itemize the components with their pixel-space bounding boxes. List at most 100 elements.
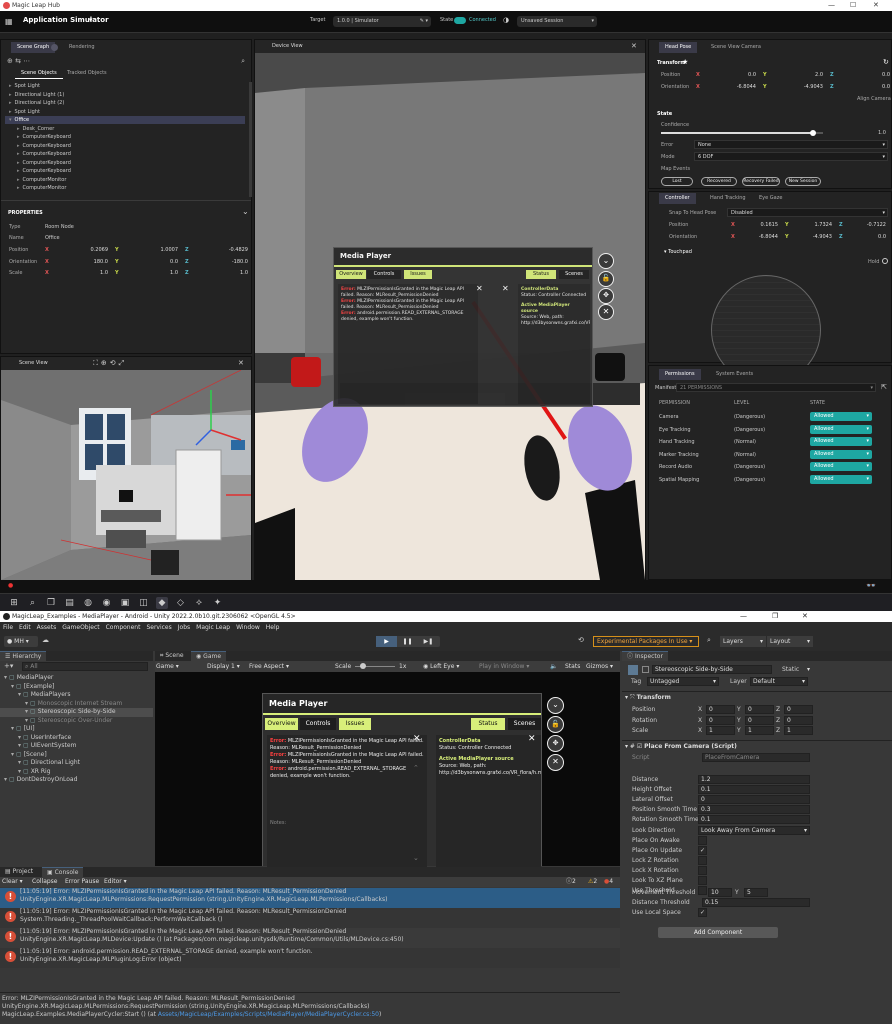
- orientation-x-field[interactable]: -6.8044: [739, 233, 781, 242]
- tab-game[interactable]: ◉ Game: [191, 651, 227, 661]
- component-field-input[interactable]: 0.1: [698, 785, 810, 795]
- active-checkbox[interactable]: [642, 666, 649, 673]
- minimize-icon[interactable]: —: [740, 611, 747, 622]
- error-select[interactable]: None ▾: [694, 140, 888, 149]
- rotation-x-field[interactable]: 0: [706, 715, 735, 725]
- movement-y-field[interactable]: 5: [744, 888, 768, 897]
- recovery-failed-button[interactable]: Recovery Failed: [742, 177, 780, 186]
- hierarchy-item[interactable]: ▾ ▢ UIEventSystem: [0, 742, 153, 751]
- close-icon[interactable]: ✕: [873, 0, 879, 11]
- tab-head-pose[interactable]: Head Pose: [659, 42, 698, 53]
- tab-project[interactable]: ▤ Project: [0, 867, 39, 877]
- chevron-icon[interactable]: ▾: [18, 768, 21, 775]
- tab-console[interactable]: ▣ Console: [42, 867, 84, 877]
- orientation-z-field[interactable]: -180.0: [193, 258, 251, 267]
- star-icon[interactable]: ★: [682, 58, 688, 66]
- info-count[interactable]: ⓘ2: [566, 877, 576, 887]
- scene-object-item[interactable]: ▸ ComputerKeyboard: [13, 150, 253, 158]
- warning-count[interactable]: ⚠2: [588, 877, 597, 887]
- chevron-icon[interactable]: ▾: [4, 674, 7, 681]
- align-camera-button[interactable]: Align Camera: [857, 96, 891, 102]
- orientation-x-field[interactable]: 180.0: [53, 258, 111, 267]
- layout-dropdown[interactable]: Layout ▾: [767, 636, 813, 647]
- component-checkbox[interactable]: ✓: [698, 845, 707, 855]
- component-checkbox[interactable]: [698, 886, 707, 896]
- search-icon[interactable]: ⌕: [241, 57, 245, 66]
- pause-button[interactable]: ❚❚: [397, 636, 418, 647]
- store-icon[interactable]: ◫: [138, 597, 150, 609]
- scene-object-item[interactable]: ▸ ComputerMonitor: [13, 184, 253, 192]
- script-field[interactable]: PlaceFromCamera: [702, 753, 810, 762]
- close-icon[interactable]: ✕: [476, 284, 483, 293]
- hierarchy-item[interactable]: ▾ ▢ [Scene]: [0, 751, 153, 760]
- open-icon[interactable]: ⇱: [881, 383, 887, 391]
- session-select[interactable]: Unsaved Session ▾: [517, 16, 597, 27]
- hierarchy-item[interactable]: ▾ ▢ Stereoscopic Side-by-Side: [0, 708, 153, 717]
- recovered-button[interactable]: Recovered: [701, 177, 737, 186]
- glasses-icon[interactable]: 👓: [866, 581, 876, 590]
- menu-item-services[interactable]: Services: [146, 624, 171, 631]
- tab-scene-graph[interactable]: Scene Graph: [11, 42, 56, 53]
- tab-controller[interactable]: Controller: [659, 193, 696, 204]
- collapse-button[interactable]: ⌄: [598, 253, 614, 269]
- position-z-field[interactable]: 0.0: [838, 71, 892, 80]
- magicleap-icon[interactable]: ✦: [212, 597, 224, 609]
- windows-icon[interactable]: ⊞: [8, 597, 20, 609]
- chevron-right-icon[interactable]: ▸: [9, 109, 12, 115]
- position-z-field[interactable]: -0.7122: [847, 221, 889, 230]
- tab-system-events[interactable]: System Events: [710, 369, 759, 380]
- unity-hub-icon[interactable]: ◇: [175, 597, 187, 609]
- component-checkbox[interactable]: [698, 876, 707, 885]
- chevron-icon[interactable]: ▾: [4, 776, 7, 783]
- eye-dropdown[interactable]: ◉ Left Eye ▾: [423, 661, 459, 672]
- hierarchy-item[interactable]: ▾ ▢ XR Rig: [0, 768, 153, 777]
- tab-overview[interactable]: Overview: [336, 270, 366, 279]
- office-3d-scene[interactable]: [1, 370, 251, 580]
- confidence-slider-track[interactable]: [661, 130, 823, 136]
- chevron-right-icon[interactable]: ▸: [9, 92, 12, 98]
- chevron-down-icon[interactable]: ▾: [9, 117, 12, 123]
- app-title[interactable]: Application Simulator: [23, 16, 109, 24]
- hierarchy-item[interactable]: ▾ ▢ Monoscopic Internet Stream: [0, 700, 153, 709]
- scene-object-item[interactable]: ▸ Desk_Corner: [13, 125, 253, 133]
- position-x-field[interactable]: 0.2069: [53, 246, 111, 255]
- edge-icon[interactable]: ◍: [82, 597, 94, 609]
- hierarchy-item[interactable]: ▾ ▢ [UI]: [0, 725, 153, 734]
- movement-x-field[interactable]: 10: [708, 888, 732, 897]
- hierarchy-item[interactable]: ▾ ▢ Directional Light: [0, 759, 153, 768]
- edit-icon[interactable]: ✎ ▾: [420, 16, 428, 27]
- play-button[interactable]: ▶: [376, 636, 397, 647]
- hierarchy-item[interactable]: ▾ ▢ DontDestroyOnLoad: [0, 776, 153, 785]
- menu-item-component[interactable]: Component: [106, 624, 141, 631]
- chevron-right-icon[interactable]: ▸: [17, 160, 20, 166]
- tab-issues[interactable]: Issues: [404, 270, 432, 279]
- confidence-slider-handle[interactable]: [810, 130, 817, 136]
- mode-select[interactable]: 6 DOF ▾: [694, 152, 888, 161]
- scene-object-item[interactable]: ▸ ComputerMonitor: [13, 176, 253, 184]
- use-local-space-checkbox[interactable]: ✓: [698, 908, 707, 917]
- chevron-right-icon[interactable]: ▸: [17, 168, 20, 174]
- unity-icon[interactable]: ◆: [156, 597, 168, 609]
- close-icon[interactable]: ✕: [802, 611, 808, 622]
- hierarchy-search-input[interactable]: ⌕ All: [22, 662, 148, 671]
- chevron-icon[interactable]: ▾: [18, 759, 21, 766]
- clear-button[interactable]: Clear ▾: [2, 877, 23, 887]
- orientation-y-field[interactable]: -4.9043: [793, 233, 835, 242]
- menu-item-magic-leap[interactable]: Magic Leap: [196, 624, 230, 631]
- chevron-icon[interactable]: ▾: [25, 717, 28, 724]
- scale-z-field[interactable]: 1: [784, 726, 813, 735]
- help-icon[interactable]: [51, 44, 58, 51]
- link-icon[interactable]: ⇆: [15, 57, 21, 65]
- explorer-icon[interactable]: ▤: [64, 597, 76, 609]
- console-entry[interactable]: ! [11:05:19] Error: MLZIPermissionIsGrant…: [0, 888, 620, 908]
- chevron-icon[interactable]: ▾: [11, 683, 14, 690]
- scale-x-field[interactable]: 1: [706, 726, 735, 735]
- cloud-icon[interactable]: ☁: [42, 636, 54, 647]
- editor-dropdown[interactable]: Editor ▾: [104, 877, 127, 887]
- position-y-field[interactable]: 0: [745, 705, 774, 714]
- step-button[interactable]: ▶❚: [418, 636, 439, 647]
- component-field-input[interactable]: 0.3: [698, 805, 810, 815]
- tab-rendering[interactable]: Rendering: [63, 42, 101, 53]
- scale-x-field[interactable]: 1.0: [53, 269, 111, 278]
- maximize-icon[interactable]: ☐: [850, 0, 856, 11]
